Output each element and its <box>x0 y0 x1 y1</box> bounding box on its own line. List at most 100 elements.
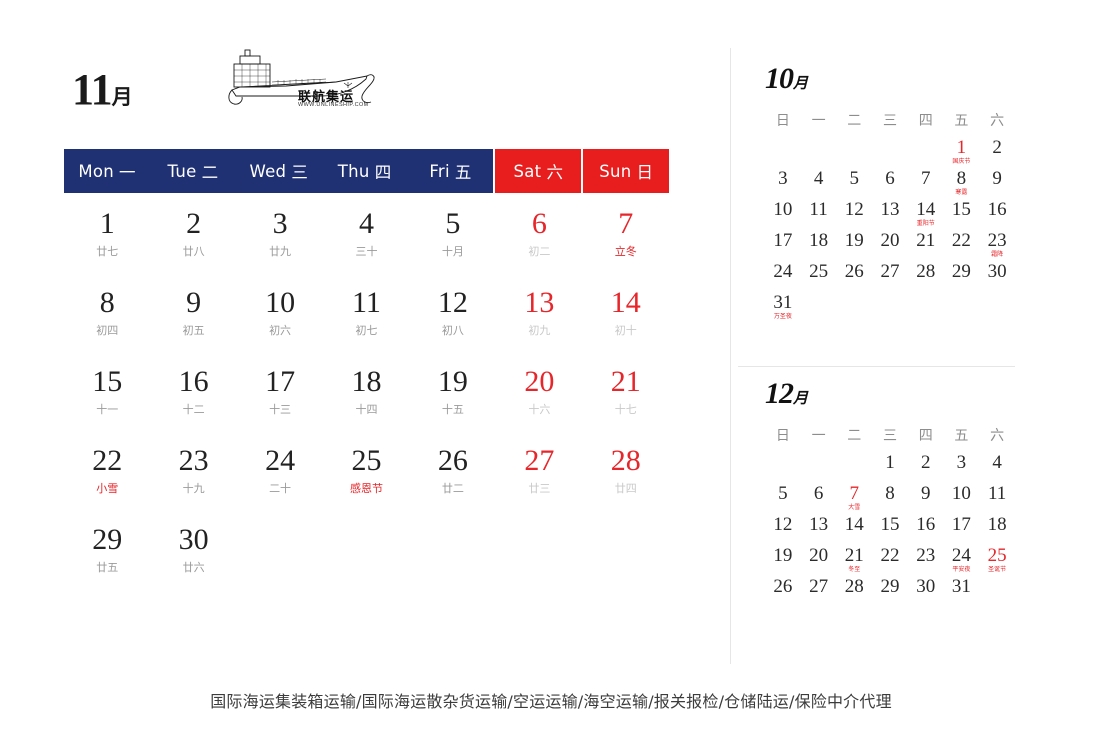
day-cell[interactable]: 2 廿八 <box>150 200 236 279</box>
mini-day-cell[interactable]: 30 <box>979 262 1015 293</box>
day-cell[interactable]: 9 初五 <box>150 279 236 358</box>
mini-day-cell[interactable]: 8 <box>872 484 908 515</box>
mini-day-cell[interactable]: 23 霜降 <box>979 231 1015 262</box>
mini-day-cell[interactable]: 19 <box>836 231 872 262</box>
mini-day-cell[interactable]: 9 <box>979 169 1015 200</box>
day-cell[interactable]: 21 十七 <box>583 358 669 437</box>
mini-day-cell[interactable]: 28 <box>836 577 872 608</box>
mini-day-cell[interactable]: 10 <box>765 200 801 231</box>
day-cell[interactable]: 18 十四 <box>323 358 409 437</box>
day-cell[interactable]: 19 十五 <box>410 358 496 437</box>
mini-day-cell[interactable]: 25 圣诞节 <box>979 546 1015 577</box>
mini-day-cell[interactable]: 2 <box>979 138 1015 169</box>
mini-day-cell[interactable]: 20 <box>872 231 908 262</box>
mini-day-cell[interactable]: 11 <box>979 484 1015 515</box>
mini-month-december: 12月 日一二三四五六 1 2 3 4 5 6 7 大雪 8 9 10 11 12 13 14 15 16 17 18… <box>765 377 1015 608</box>
mini-day-cell[interactable]: 24 <box>765 262 801 293</box>
mini-day-cell[interactable]: 3 <box>765 169 801 200</box>
day-cell[interactable]: 20 十六 <box>496 358 582 437</box>
day-cell[interactable]: 4 三十 <box>323 200 409 279</box>
mini-day-number: 4 <box>813 168 824 189</box>
mini-day-cell[interactable]: 22 <box>944 231 980 262</box>
mini-day-cell[interactable]: 1 国庆节 <box>944 138 980 169</box>
mini-day-number: 4 <box>992 452 1002 473</box>
mini-day-cell[interactable]: 15 <box>872 515 908 546</box>
day-cell[interactable]: 6 初二 <box>496 200 582 279</box>
day-cell[interactable]: 27 廿三 <box>496 437 582 516</box>
mini-day-cell[interactable]: 23 <box>908 546 944 577</box>
mini-day-cell[interactable]: 28 <box>908 262 944 293</box>
day-cell[interactable]: 24 二十 <box>237 437 323 516</box>
mini-day-cell[interactable]: 20 <box>801 546 837 577</box>
day-cell[interactable]: 7 立冬 <box>583 200 669 279</box>
day-cell[interactable]: 5 十月 <box>410 200 496 279</box>
mini-day-cell[interactable]: 30 <box>908 577 944 608</box>
day-cell[interactable]: 10 初六 <box>237 279 323 358</box>
mini-day-cell[interactable]: 12 <box>765 515 801 546</box>
mini-day-cell[interactable]: 13 <box>801 515 837 546</box>
mini-day-cell[interactable]: 19 <box>765 546 801 577</box>
mini-day-cell[interactable]: 21 <box>908 231 944 262</box>
mini-day-cell[interactable]: 26 <box>836 262 872 293</box>
mini-day-cell[interactable]: 15 <box>944 200 980 231</box>
mini-day-cell[interactable]: 1 <box>872 453 908 484</box>
mini-day-cell[interactable]: 7 大雪 <box>836 484 872 515</box>
mini-day-cell[interactable]: 18 <box>979 515 1015 546</box>
mini-day-cell[interactable]: 14 重阳节 <box>908 200 944 231</box>
mini-day-cell[interactable]: 10 <box>944 484 980 515</box>
main-month-panel: 11月 联航集运 WWW.UNLINESHIP.COM Mon 一 Tue 二 … <box>0 0 700 660</box>
day-cell[interactable]: 15 十一 <box>64 358 150 437</box>
mini-day-cell[interactable]: 31 万圣夜 <box>765 293 801 324</box>
mini-day-cell[interactable]: 27 <box>872 262 908 293</box>
day-cell[interactable]: 22 小雪 <box>64 437 150 516</box>
mini-day-cell[interactable]: 6 <box>801 484 837 515</box>
mini-day-cell[interactable]: 16 <box>979 200 1015 231</box>
mini-day-cell[interactable]: 7 <box>908 169 944 200</box>
mini-day-cell[interactable]: 17 <box>765 231 801 262</box>
mini-day-cell[interactable]: 24 平安夜 <box>944 546 980 577</box>
day-cell[interactable]: 17 十三 <box>237 358 323 437</box>
mini-day-cell[interactable]: 21 冬至 <box>836 546 872 577</box>
day-cell[interactable]: 1 廿七 <box>64 200 150 279</box>
day-number: 17 <box>265 365 296 398</box>
mini-day-cell[interactable]: 16 <box>908 515 944 546</box>
mini-day-cell[interactable]: 9 <box>908 484 944 515</box>
day-cell[interactable]: 26 廿二 <box>410 437 496 516</box>
day-cell[interactable]: 29 廿五 <box>64 516 150 595</box>
mini-day-cell[interactable]: 5 <box>765 484 801 515</box>
mini-day-cell[interactable]: 4 <box>979 453 1015 484</box>
mini-day-cell[interactable]: 8 寒露 <box>944 169 980 200</box>
day-cell[interactable]: 12 初八 <box>410 279 496 358</box>
mini-day-cell[interactable]: 12 <box>836 200 872 231</box>
day-cell[interactable]: 25 感恩节 <box>323 437 409 516</box>
day-cell[interactable]: 11 初七 <box>323 279 409 358</box>
day-cell[interactable]: 13 初九 <box>496 279 582 358</box>
mini-day-cell[interactable]: 6 <box>872 169 908 200</box>
mini-day-cell[interactable]: 25 <box>801 262 837 293</box>
mini-day-cell[interactable]: 22 <box>872 546 908 577</box>
mini-day-cell[interactable]: 13 <box>872 200 908 231</box>
day-cell[interactable]: 3 廿九 <box>237 200 323 279</box>
mini-day-cell[interactable]: 18 <box>801 231 837 262</box>
mini-day-cell[interactable]: 2 <box>908 453 944 484</box>
day-cell[interactable]: 30 廿六 <box>150 516 236 595</box>
mini-day-cell[interactable]: 29 <box>872 577 908 608</box>
day-cell[interactable]: 8 初四 <box>64 279 150 358</box>
mini-day-cell[interactable]: 31 <box>944 577 980 608</box>
day-cell[interactable]: 23 十九 <box>150 437 236 516</box>
mini-day-festival-label: 大雪 <box>848 504 861 511</box>
mini-day-cell[interactable]: 26 <box>765 577 801 608</box>
day-cell[interactable]: 14 初十 <box>583 279 669 358</box>
mini-day-cell[interactable]: 27 <box>801 577 837 608</box>
mini-day-number: 12 <box>773 514 793 535</box>
mini-day-cell[interactable]: 3 <box>944 453 980 484</box>
mini-day-cell[interactable]: 29 <box>944 262 980 293</box>
mini-day-cell[interactable]: 4 <box>801 169 837 200</box>
day-cell[interactable]: 16 十二 <box>150 358 236 437</box>
mini-day-cell[interactable]: 5 <box>836 169 872 200</box>
mini-day-cell[interactable]: 11 <box>801 200 837 231</box>
day-cell[interactable]: 28 廿四 <box>583 437 669 516</box>
mini-day-cell[interactable]: 14 <box>836 515 872 546</box>
mini-day-cell[interactable]: 17 <box>944 515 980 546</box>
mini-day-number: 26 <box>844 261 864 282</box>
